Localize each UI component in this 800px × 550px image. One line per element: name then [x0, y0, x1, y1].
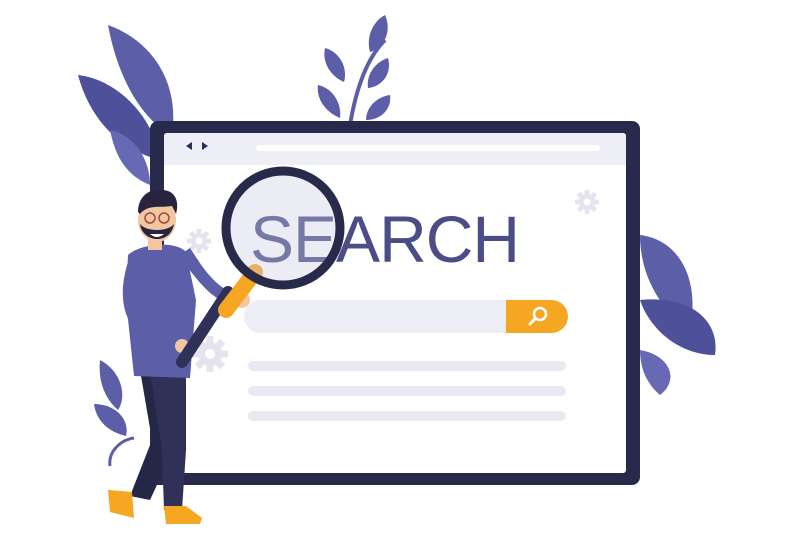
- magnifier-icon: [176, 166, 345, 368]
- search-illustration: SEARCH: [0, 0, 800, 550]
